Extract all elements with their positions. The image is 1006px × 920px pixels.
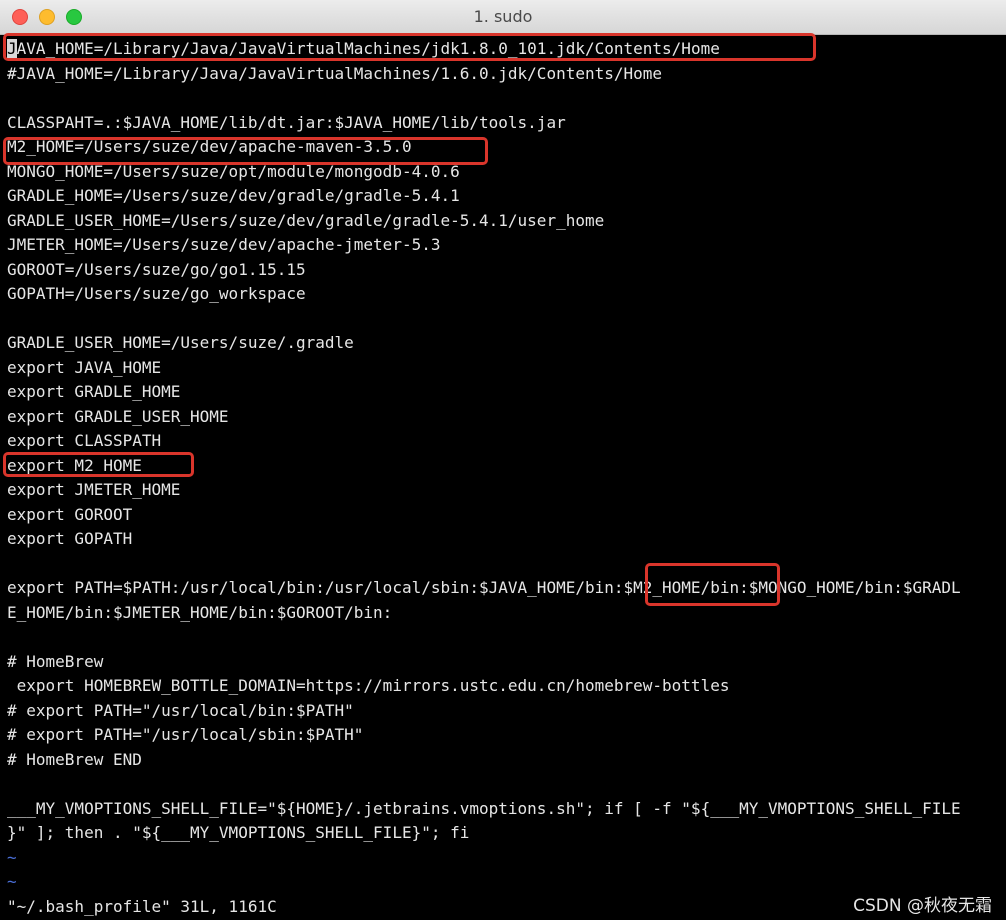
editor-line: E_HOME/bin:$JMETER_HOME/bin:$GOROOT/bin: (7, 602, 393, 622)
editor-line: export JAVA_HOME (7, 357, 162, 377)
editor-line: GRADLE_USER_HOME=/Users/suze/dev/gradle/… (7, 210, 605, 230)
editor-line: export CLASSPATH (7, 431, 162, 450)
window-title: 1. sudo (473, 7, 533, 26)
editor-line: # export PATH="/usr/local/bin:$PATH" (7, 700, 354, 720)
editor-line: #JAVA_HOME=/Library/Java/JavaVirtualMach… (7, 63, 663, 83)
editor-line: export PATH=$PATH:/usr/local/bin:/usr/lo… (7, 578, 961, 597)
editor-line: # HomeBrew (7, 651, 104, 671)
editor-line: CLASSPAHT=.:$JAVA_HOME/lib/dt.jar:$JAVA_… (7, 112, 566, 132)
editor-line: }" ]; then . "${___MY_VMOPTIONS_SHELL_FI… (7, 823, 470, 842)
editor-line: # export PATH="/usr/local/sbin:$PATH" (7, 725, 364, 744)
text-cursor: J (7, 39, 17, 58)
editor-line: JMETER_HOME=/Users/suze/dev/apache-jmete… (7, 235, 441, 254)
editor-line: export HOMEBREW_BOTTLE_DOMAIN=https://mi… (7, 676, 730, 695)
editor-line: # HomeBrew END (7, 749, 142, 769)
title-bar[interactable]: 1. sudo (0, 0, 1006, 35)
terminal-window: 1. sudo JAVA_HOME=/Library/Java/JavaVirt… (0, 0, 1006, 920)
editor-line: M2_HOME=/Users/suze/dev/apache-maven-3.5… (7, 137, 412, 156)
vim-editor-buffer[interactable]: JAVA_HOME=/Library/Java/JavaVirtualMachi… (7, 37, 1006, 920)
editor-line: GOROOT=/Users/suze/go/go1.15.15 (7, 259, 306, 279)
editor-line: export GOROOT (7, 504, 133, 524)
editor-line: MONGO_HOME=/Users/suze/opt/module/mongod… (7, 161, 460, 181)
editor-line: export M2_HOME (7, 455, 142, 475)
editor-line: GOPATH=/Users/suze/go_workspace (7, 284, 306, 303)
watermark: CSDN @秋夜无霜 (853, 896, 992, 916)
editor-line: export GRADLE_USER_HOME (7, 406, 229, 426)
empty-line-tilde: ~ (7, 847, 17, 867)
editor-line: JAVA_HOME=/Library/Java/JavaVirtualMachi… (7, 37, 720, 61)
editor-line: export JMETER_HOME (7, 480, 181, 499)
empty-line-tilde: ~ (7, 872, 17, 891)
editor-line: export GRADLE_HOME (7, 382, 181, 401)
editor-line: export GOPATH (7, 529, 133, 548)
editor-line-text: AVA_HOME=/Library/Java/JavaVirtualMachin… (16, 39, 720, 58)
editor-line: ___MY_VMOPTIONS_SHELL_FILE="${HOME}/.jet… (7, 798, 961, 818)
vim-status-line: "~/.bash_profile" 31L, 1161C (7, 896, 277, 916)
editor-line: GRADLE_HOME=/Users/suze/dev/gradle/gradl… (7, 186, 460, 205)
editor-line: GRADLE_USER_HOME=/Users/suze/.gradle (7, 333, 354, 352)
